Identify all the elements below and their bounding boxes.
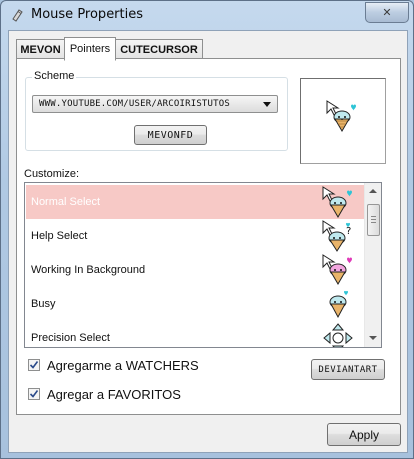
favoritos-option[interactable]: Agregar a FAVORITOS [28,386,181,402]
ice-cream-cursor-icon [322,186,352,218]
deviantart-button-label: DEVIANTART [318,364,378,375]
scheme-selected-value: WWW.YOUTUBE.COM/USER/ARCOIRISTUTOS [39,99,231,109]
watchers-label: Agregarme a WATCHERS [47,357,199,373]
list-item-label: Busy [31,298,56,310]
svg-text:?: ? [346,226,351,237]
scroll-up-icon[interactable] [369,189,377,193]
close-icon: ✕ [382,6,392,19]
title-bar[interactable]: Mouse Properties ✕ [1,1,413,29]
apply-button[interactable]: Apply [327,423,401,446]
checkmark-icon [29,361,39,369]
mouse-icon [12,9,23,22]
list-item-label: Precision Select [31,332,110,344]
ice-cream-help-cursor-icon: ? [322,220,351,252]
customize-label: Customize: [24,168,80,180]
cursor-list[interactable]: Normal Select Help Select ? Working In B… [24,182,382,348]
scheme-group: Scheme WWW.YOUTUBE.COM/USER/ARCOIRISTUTO… [25,70,288,151]
mevonfd-button-label: MEVONFD [147,129,194,141]
scheme-dropdown[interactable]: WWW.YOUTUBE.COM/USER/ARCOIRISTUTOS [32,95,278,113]
mouse-properties-window: Mouse Properties ✕ MEVON Pointers CUTECU… [0,0,414,459]
dialog-body: MEVON Pointers CUTECURSOR Scheme WWW.YOU… [8,30,408,453]
deviantart-button[interactable]: DEVIANTART [311,359,385,380]
list-scrollbar[interactable] [364,183,381,347]
grip-line [371,222,376,223]
list-item-busy[interactable]: Busy [26,287,364,321]
list-item-working-in-background[interactable]: Working In Background [26,253,364,287]
apply-button-label: Apply [348,427,380,442]
favoritos-checkbox[interactable] [28,388,40,400]
close-button[interactable]: ✕ [365,2,409,23]
watchers-option[interactable]: Agregarme a WATCHERS [28,357,199,373]
scheme-group-label: Scheme [32,70,77,82]
cursor-preview [300,78,386,164]
watchers-checkbox[interactable] [28,359,40,371]
list-item-label: Normal Select [31,196,101,208]
mevonfd-button[interactable]: MEVONFD [134,125,207,145]
list-item-label: Help Select [31,230,88,242]
checkmark-icon [29,390,39,398]
favoritos-label: Agregar a FAVORITOS [47,386,181,402]
scroll-thumb[interactable] [367,204,380,236]
list-item-precision-select[interactable]: Precision Select [26,321,364,347]
ice-cream-busy-cursor-icon [329,290,348,319]
list-item-label: Working In Background [31,264,146,276]
ice-cream-cursor-icon [326,100,356,132]
chevron-down-icon [263,102,271,107]
ice-cream-working-cursor-icon [322,254,352,285]
list-item-help-select[interactable]: Help Select ? [26,219,364,253]
grip-line [371,216,376,217]
scroll-down-icon[interactable] [369,336,377,340]
grip-line [371,219,376,220]
window-title: Mouse Properties [31,7,144,22]
list-item-normal-select[interactable]: Normal Select [26,185,364,219]
ice-cream-precision-cursor-icon [323,323,353,347]
